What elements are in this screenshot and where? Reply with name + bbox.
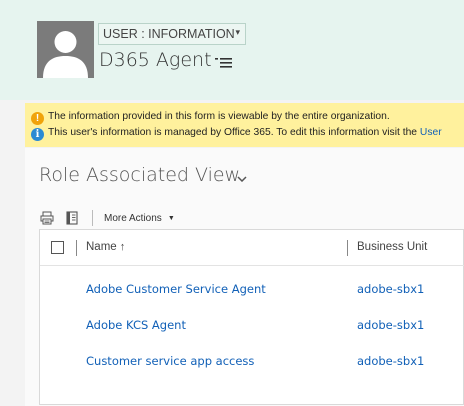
report-book-icon[interactable]: [65, 211, 79, 225]
notification-text: This user's information is managed by Of…: [48, 127, 420, 138]
column-header-name[interactable]: Name ↑: [86, 241, 125, 253]
toolbar-divider: [92, 210, 93, 226]
caret-down-icon: ▾: [235, 27, 240, 37]
warning-icon: !: [31, 112, 44, 125]
more-actions-button[interactable]: More Actions ▼: [104, 213, 175, 224]
table-row[interactable]: Customer service app access adobe-sbx1: [40, 344, 464, 380]
user-link[interactable]: User: [420, 127, 442, 138]
form-selector[interactable]: USER : INFORMATION ▾: [98, 23, 246, 45]
column-header-label: Name: [86, 241, 117, 253]
info-icon: i: [31, 128, 44, 141]
business-unit-link[interactable]: adobe-sbx1: [357, 354, 424, 368]
role-name-link[interactable]: Adobe Customer Service Agent: [86, 282, 266, 296]
view-title[interactable]: Role Associated View: [39, 164, 240, 186]
select-all-checkbox[interactable]: [51, 241, 64, 254]
chevron-down-icon[interactable]: [237, 176, 247, 182]
role-name-link[interactable]: Adobe KCS Agent: [86, 318, 186, 332]
column-divider: [76, 240, 77, 256]
business-unit-link[interactable]: adobe-sbx1: [357, 318, 424, 332]
caret-down-icon: ▼: [167, 215, 175, 222]
list-menu-icon[interactable]: [215, 56, 233, 68]
sort-ascending-icon: ↑: [119, 241, 126, 253]
business-unit-link[interactable]: adobe-sbx1: [357, 282, 424, 296]
person-silhouette-icon: [37, 21, 94, 78]
notification-info: i This user's information is managed by O…: [31, 127, 464, 143]
records-grid: Name ↑ Business Unit Adobe Customer Servi…: [39, 229, 464, 405]
grid-header: Name ↑ Business Unit: [40, 230, 464, 266]
form-selector-label: USER : INFORMATION: [103, 27, 235, 41]
record-header: USER : INFORMATION ▾ D365 Agent: [0, 0, 464, 100]
notification-text: The information provided in this form is…: [48, 111, 390, 122]
record-title: D365 Agent: [99, 49, 212, 71]
notification-bar: ! The information provided in this form i…: [25, 103, 464, 147]
column-divider: [347, 240, 348, 256]
avatar[interactable]: [37, 21, 94, 78]
more-actions-label: More Actions: [104, 213, 162, 224]
table-row[interactable]: Adobe KCS Agent adobe-sbx1: [40, 308, 464, 344]
role-name-link[interactable]: Customer service app access: [86, 354, 254, 368]
column-header-business-unit[interactable]: Business Unit: [357, 241, 427, 253]
table-row[interactable]: Adobe Customer Service Agent adobe-sbx1: [40, 272, 464, 308]
notification-warning: ! The information provided in this form i…: [31, 111, 464, 127]
print-icon[interactable]: [40, 211, 54, 225]
